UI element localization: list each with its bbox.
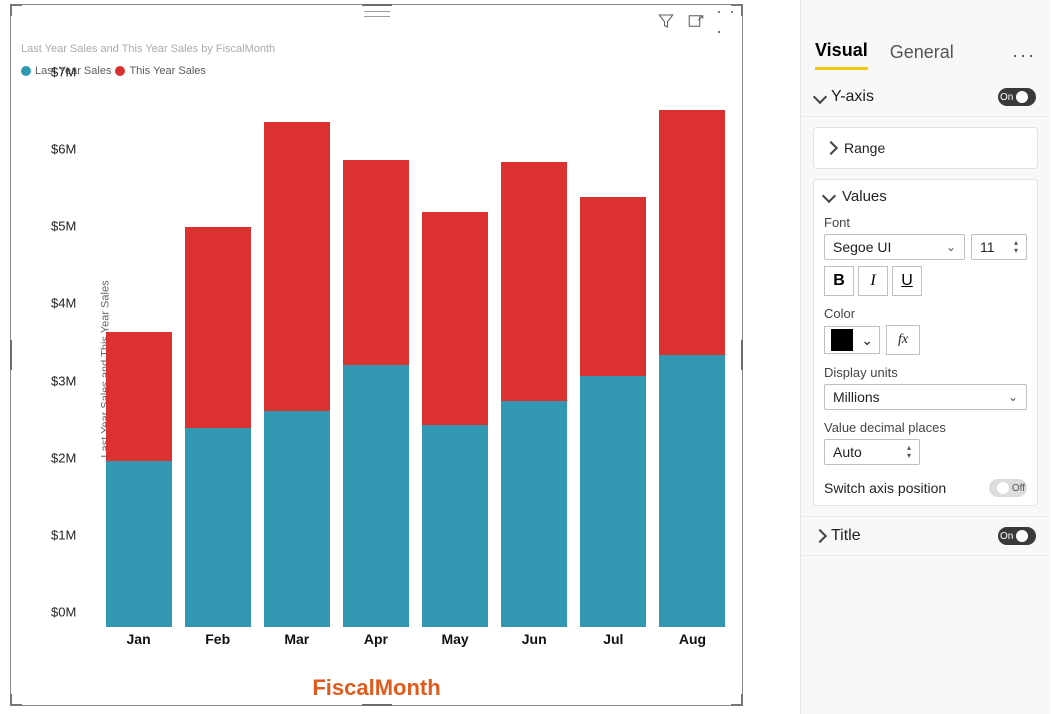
x-tick: Aug <box>653 627 732 651</box>
values-card: Values Font Segoe UI⌄ 11 ▴▾ B I U Color <box>813 179 1038 506</box>
section-title[interactable]: Title On <box>801 516 1050 556</box>
color-picker[interactable]: ⌄ <box>824 326 880 354</box>
bar-segment-last-year[interactable] <box>106 461 172 627</box>
underline-button[interactable]: U <box>892 266 922 296</box>
chevron-down-icon <box>824 188 834 205</box>
chart-title: Last Year Sales and This Year Sales by F… <box>21 43 275 55</box>
font-label: Font <box>824 215 1027 230</box>
bar-segment-last-year[interactable] <box>343 365 409 627</box>
range-label: Range <box>844 140 885 156</box>
display-units-label: Display units <box>824 365 1027 380</box>
y-tick: $2M <box>51 450 76 465</box>
y-axis: $0M$1M$2M$3M$4M$5M$6M$7M <box>51 87 99 627</box>
bar-segment-this-year[interactable] <box>580 197 646 376</box>
range-card[interactable]: Range <box>813 127 1038 169</box>
values-card-header[interactable]: Values <box>824 188 1027 205</box>
chevron-right-icon <box>815 528 825 544</box>
color-label: Color <box>824 306 1027 321</box>
title-toggle[interactable]: On <box>998 527 1036 545</box>
tab-visual[interactable]: Visual <box>815 40 868 70</box>
display-units-dropdown[interactable]: Millions⌄ <box>824 384 1027 410</box>
y-tick: $7M <box>51 65 76 80</box>
bar-segment-this-year[interactable] <box>106 332 172 462</box>
decimal-places-label: Value decimal places <box>824 420 1027 435</box>
legend-swatch-this-year <box>115 66 125 76</box>
bar-segment-this-year[interactable] <box>185 227 251 428</box>
values-label: Values <box>842 188 887 205</box>
y-tick: $0M <box>51 605 76 620</box>
bar-group[interactable] <box>336 87 415 627</box>
resize-handle-br[interactable] <box>731 694 743 706</box>
bar-group[interactable] <box>574 87 653 627</box>
switch-axis-toggle[interactable]: Off <box>989 479 1027 497</box>
bar-segment-last-year[interactable] <box>422 425 488 627</box>
bar-segment-this-year[interactable] <box>422 212 488 425</box>
x-tick: Feb <box>178 627 257 651</box>
bar-segment-last-year[interactable] <box>580 376 646 627</box>
bar-segment-last-year[interactable] <box>501 401 567 627</box>
x-tick: Jun <box>495 627 574 651</box>
y-axis-section-label: Y-axis <box>831 88 874 106</box>
bar-segment-this-year[interactable] <box>501 162 567 401</box>
chart-bars <box>99 87 732 627</box>
resize-handle-left[interactable] <box>10 340 12 370</box>
y-tick: $1M <box>51 527 76 542</box>
format-pane: Visual General ··· Y-axis On Range Value… <box>800 0 1050 714</box>
x-axis-label: FiscalMonth <box>312 675 440 701</box>
more-options-icon[interactable]: · · · <box>716 11 736 31</box>
italic-button[interactable]: I <box>858 266 888 296</box>
x-axis: JanFebMarAprMayJunJulAug <box>99 627 732 651</box>
legend-label-this-year: This Year Sales <box>129 65 205 77</box>
resize-handle-top[interactable] <box>362 4 392 6</box>
chevron-right-icon <box>826 140 836 156</box>
y-tick: $3M <box>51 373 76 388</box>
bar-group[interactable] <box>257 87 336 627</box>
filter-icon[interactable] <box>656 11 676 31</box>
color-swatch <box>831 329 853 351</box>
bar-segment-this-year[interactable] <box>264 122 330 411</box>
bar-segment-last-year[interactable] <box>185 428 251 627</box>
resize-handle-right[interactable] <box>741 340 743 370</box>
tab-general[interactable]: General <box>890 42 954 69</box>
x-tick: Mar <box>257 627 336 651</box>
decimal-places-stepper[interactable]: Auto ▴▾ <box>824 439 920 465</box>
bar-group[interactable] <box>653 87 732 627</box>
x-tick: Jan <box>99 627 178 651</box>
font-size-stepper[interactable]: 11 ▴▾ <box>971 234 1027 260</box>
bar-group[interactable] <box>178 87 257 627</box>
chart-legend: Last Year Sales This Year Sales <box>21 65 206 77</box>
resize-handle-bottom[interactable] <box>362 704 392 706</box>
bar-segment-last-year[interactable] <box>264 411 330 627</box>
bar-group[interactable] <box>416 87 495 627</box>
bar-segment-this-year[interactable] <box>659 110 725 355</box>
y-axis-toggle[interactable]: On <box>998 88 1036 106</box>
bar-segment-this-year[interactable] <box>343 160 409 364</box>
switch-axis-label: Switch axis position <box>824 480 946 496</box>
bar-segment-last-year[interactable] <box>659 355 725 627</box>
chevron-down-icon <box>815 89 825 105</box>
legend-swatch-last-year <box>21 66 31 76</box>
resize-handle-tl[interactable] <box>10 4 22 16</box>
y-tick: $4M <box>51 296 76 311</box>
fx-button[interactable]: fx <box>886 325 920 355</box>
bar-group[interactable] <box>99 87 178 627</box>
pane-more-icon[interactable]: ··· <box>1012 45 1036 66</box>
x-tick: Apr <box>336 627 415 651</box>
section-y-axis[interactable]: Y-axis On <box>801 78 1050 117</box>
resize-handle-bl[interactable] <box>10 694 22 706</box>
chart-visual-frame[interactable]: · · · Last Year Sales and This Year Sale… <box>10 4 743 706</box>
drag-grip[interactable] <box>364 11 390 17</box>
x-tick: May <box>416 627 495 651</box>
y-tick: $6M <box>51 142 76 157</box>
bold-button[interactable]: B <box>824 266 854 296</box>
x-tick: Jul <box>574 627 653 651</box>
focus-mode-icon[interactable] <box>686 11 706 31</box>
font-family-dropdown[interactable]: Segoe UI⌄ <box>824 234 965 260</box>
title-section-label: Title <box>831 527 861 545</box>
y-tick: $5M <box>51 219 76 234</box>
bar-group[interactable] <box>495 87 574 627</box>
